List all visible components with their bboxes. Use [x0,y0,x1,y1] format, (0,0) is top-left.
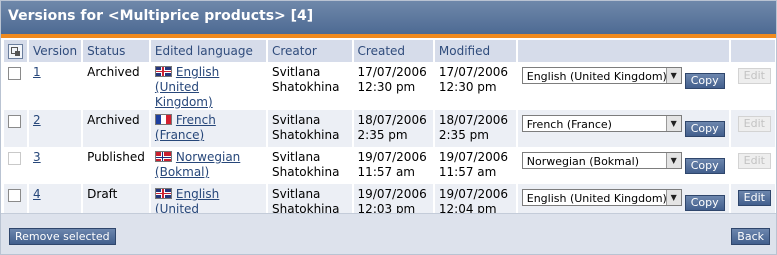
version-link[interactable]: 1 [33,65,41,79]
chevron-down-icon: ▼ [665,68,681,83]
header-version[interactable]: Version [28,40,84,62]
edit-cell: Edit [729,147,775,184]
chevron-down-icon: ▼ [665,190,681,205]
version-link[interactable]: 4 [33,187,41,201]
edit-button[interactable]: Edit [737,116,771,132]
row-checkbox[interactable] [8,189,21,202]
row-checkbox[interactable] [8,67,21,80]
header-edit-column [729,40,775,62]
copy-button[interactable]: Copy [684,73,725,89]
copy-cell: English (United Kingdom) ▼ Copy [516,62,731,110]
row-checkbox[interactable] [8,152,21,165]
bottom-toolbar: Remove selected Back [1,213,776,254]
copy-button[interactable]: Copy [684,158,725,174]
edit-button[interactable]: Edit [737,190,771,206]
translation-language-select[interactable]: Norwegian (Bokmal) ▼ [521,152,682,169]
invert-selection-icon[interactable] [8,43,23,59]
select-cell [4,62,29,110]
row-checkbox[interactable] [8,115,21,128]
language-cell: Norwegian (Bokmal) [149,147,269,184]
table-row: 1 Archived English (United Kingdom) Svitl… [4,62,775,110]
edit-cell: Edit [729,62,775,110]
chevron-down-icon: ▼ [665,153,681,168]
header-edited-language[interactable]: Edited language [149,40,269,62]
chevron-down-icon: ▼ [665,116,681,131]
edit-button[interactable]: Edit [737,153,771,169]
header-modified[interactable]: Modified [433,40,518,62]
version-link[interactable]: 2 [33,113,41,127]
creator-cell: Svitlana Shatokhina [267,147,354,184]
language-cell: French (France) [149,110,269,147]
version-cell: 1 [28,62,84,110]
header-creator[interactable]: Creator [267,40,354,62]
versions-table: Version Status Edited language Creator C… [4,40,775,232]
created-cell: 18/07/2006 2:35 pm [352,110,435,147]
creator-cell: Svitlana Shatokhina [267,62,354,110]
edit-cell: Edit [729,110,775,147]
header-copy-column [516,40,731,62]
translation-language-select[interactable]: English (United Kingdom) ▼ [521,189,682,206]
copy-button[interactable]: Copy [684,195,725,211]
modified-cell: 18/07/2006 2:35 pm [433,110,518,147]
copy-cell: French (France) ▼ Copy [516,110,731,147]
title-accent-strip [1,34,776,38]
flag-united-kingdom-icon [154,188,172,199]
remove-selected-button[interactable]: Remove selected [9,228,116,245]
versions-panel: Versions for <Multiprice products> [4] V… [0,0,777,255]
flag-norway-icon [154,151,172,162]
back-button[interactable]: Back [731,228,770,245]
table-row: 3 Published Norwegian (Bokmal) Svitlana Sh… [4,147,775,184]
select-cell [4,147,29,184]
header-created[interactable]: Created [352,40,435,62]
copy-button[interactable]: Copy [684,121,725,137]
window-title: Versions for <Multiprice products> [4] [1,1,776,34]
flag-france-icon [154,114,172,125]
version-cell: 3 [28,147,84,184]
copy-cell: Norwegian (Bokmal) ▼ Copy [516,147,731,184]
status-cell: Published [82,147,151,184]
translation-language-select[interactable]: French (France) ▼ [521,115,682,132]
created-cell: 19/07/2006 11:57 am [352,147,435,184]
edit-button[interactable]: Edit [737,68,771,84]
table-header-row: Version Status Edited language Creator C… [4,40,775,62]
translation-language-select[interactable]: English (United Kingdom) ▼ [521,67,682,84]
header-status[interactable]: Status [82,40,151,62]
version-cell: 2 [28,110,84,147]
creator-cell: Svitlana Shatokhina [267,110,354,147]
select-cell [4,110,29,147]
language-cell: English (UnitedKingdom) [149,62,269,110]
modified-cell: 17/07/2006 12:30 pm [433,62,518,110]
created-cell: 17/07/2006 12:30 pm [352,62,435,110]
version-link[interactable]: 3 [33,150,41,164]
table-row: 2 Archived French (France) Svitlana Shato… [4,110,775,147]
flag-united-kingdom-icon [154,66,172,77]
status-cell: Archived [82,110,151,147]
status-cell: Archived [82,62,151,110]
modified-cell: 19/07/2006 11:57 am [433,147,518,184]
header-toggle-cell [4,40,29,62]
